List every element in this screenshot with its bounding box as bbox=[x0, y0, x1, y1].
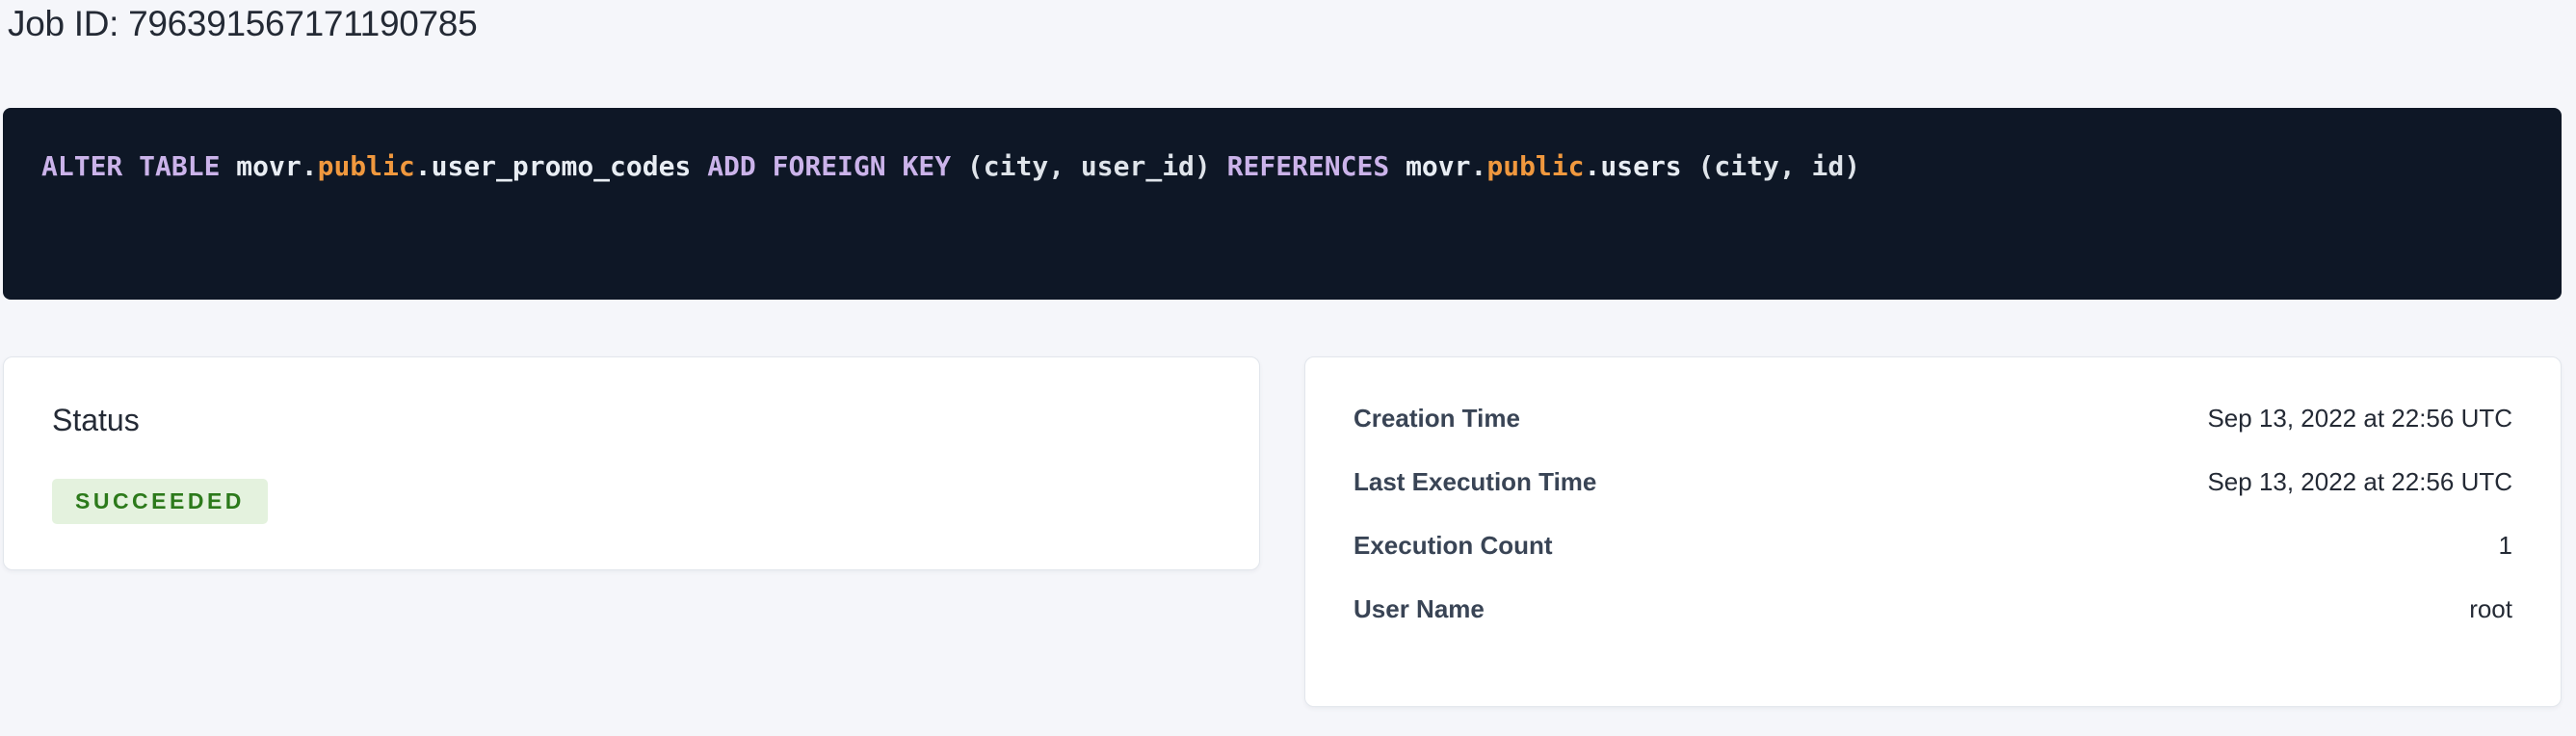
detail-value: root bbox=[2469, 594, 2512, 624]
sql-token: (city, user_id) bbox=[967, 150, 1227, 182]
sql-token: ALTER TABLE bbox=[41, 150, 236, 182]
sql-token: public bbox=[1486, 150, 1584, 182]
sql-token: REFERENCES bbox=[1227, 150, 1406, 182]
sql-statement-box: ALTER TABLE movr.public.user_promo_codes… bbox=[3, 108, 2562, 300]
detail-label: Creation Time bbox=[1354, 404, 1520, 434]
detail-value: 1 bbox=[2499, 531, 2512, 561]
status-card-title: Status bbox=[52, 402, 1211, 438]
sql-token: public bbox=[318, 150, 415, 182]
status-card: Status SUCCEEDED bbox=[3, 356, 1260, 570]
detail-row-creation-time: Creation Time Sep 13, 2022 at 22:56 UTC bbox=[1354, 386, 2512, 450]
detail-row-execution-count: Execution Count 1 bbox=[1354, 513, 2512, 577]
detail-row-last-execution-time: Last Execution Time Sep 13, 2022 at 22:5… bbox=[1354, 450, 2512, 513]
detail-label: User Name bbox=[1354, 594, 1485, 624]
summary-cards-row: Status SUCCEEDED Creation Time Sep 13, 2… bbox=[3, 356, 2562, 707]
sql-token: . bbox=[302, 150, 318, 182]
details-card: Creation Time Sep 13, 2022 at 22:56 UTC … bbox=[1304, 356, 2562, 707]
sql-token: movr bbox=[1406, 150, 1470, 182]
job-details-page: Job ID: 796391567171190785 ALTER TABLE m… bbox=[0, 3, 2576, 736]
sql-token: (city, id) bbox=[1698, 150, 1861, 182]
status-badge: SUCCEEDED bbox=[52, 479, 268, 524]
sql-token: movr bbox=[236, 150, 301, 182]
sql-token: . bbox=[1471, 150, 1487, 182]
detail-row-user-name: User Name root bbox=[1354, 577, 2512, 641]
detail-label: Last Execution Time bbox=[1354, 467, 1596, 497]
detail-value: Sep 13, 2022 at 22:56 UTC bbox=[2207, 404, 2512, 434]
sql-token: ADD FOREIGN KEY bbox=[707, 150, 967, 182]
page-title: Job ID: 796391567171190785 bbox=[8, 3, 2576, 45]
detail-value: Sep 13, 2022 at 22:56 UTC bbox=[2207, 467, 2512, 497]
sql-token: .users bbox=[1585, 150, 1698, 182]
sql-token: .user_promo_codes bbox=[415, 150, 707, 182]
detail-label: Execution Count bbox=[1354, 531, 1553, 561]
sql-statement: ALTER TABLE movr.public.user_promo_codes… bbox=[41, 150, 1860, 182]
